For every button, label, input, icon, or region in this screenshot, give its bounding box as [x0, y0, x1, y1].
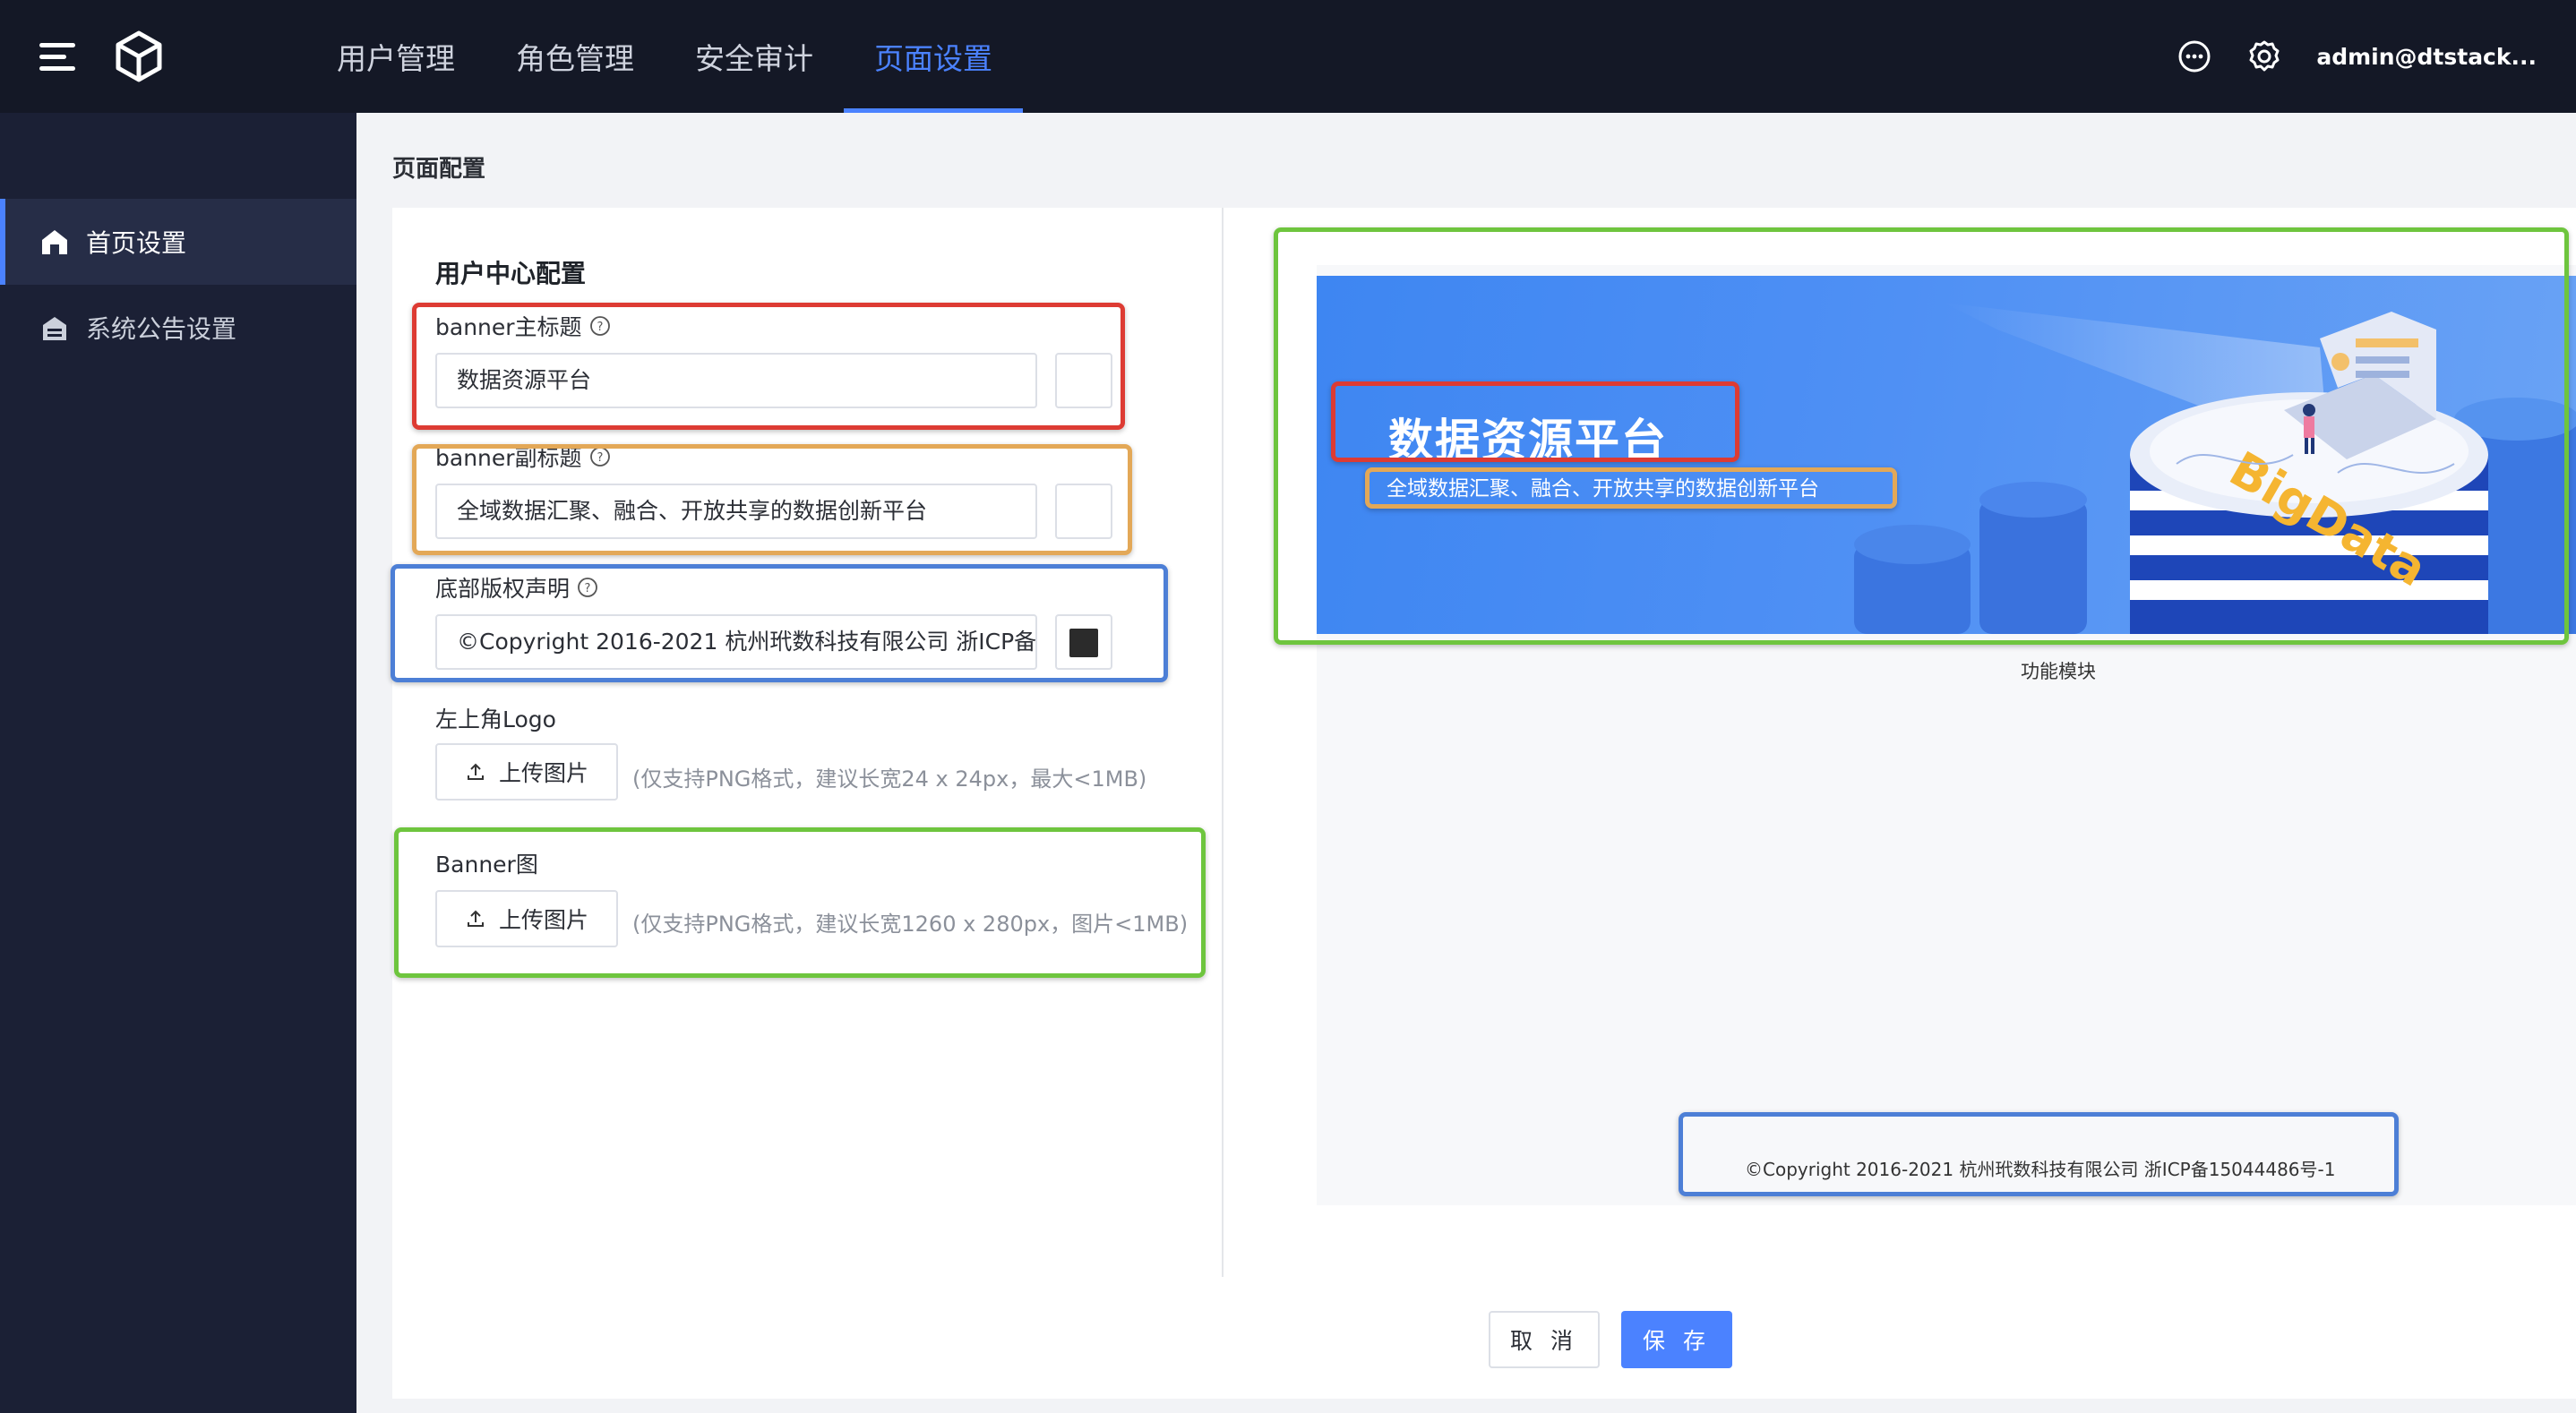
save-button[interactable]: 保 存: [1621, 1311, 1732, 1368]
preview-banner-subtitle: 全域数据汇聚、融合、开放共享的数据创新平台: [1387, 477, 1819, 501]
upload-icon: [467, 763, 484, 780]
banner-title-label: banner主标题 ?: [435, 310, 611, 342]
copyright-input[interactable]: ©Copyright 2016-2021 杭州玳数科技有限公司 浙ICP备1: [435, 614, 1037, 670]
upload-label: 上传图片: [498, 760, 588, 786]
banner-title-label-text: banner主标题: [435, 314, 582, 340]
preview-module-label: 功能模块: [2021, 661, 2096, 682]
banner-subtitle-label-text: banner副标题: [435, 445, 582, 471]
svg-text:?: ?: [597, 451, 603, 465]
top-right-tools: admin@dtstack...: [2177, 0, 2537, 113]
sidebar: 首页设置 系统公告设置: [0, 113, 356, 1413]
banner-upload-button[interactable]: 上传图片: [435, 890, 618, 947]
banner-subtitle-input[interactable]: 全域数据汇聚、融合、开放共享的数据创新平台: [435, 484, 1037, 539]
announcement-icon: [43, 317, 66, 340]
menu-icon[interactable]: [39, 41, 75, 72]
sidebar-item-home-settings[interactable]: 首页设置: [0, 199, 356, 285]
preview-banner-title: 数据资源平台: [1388, 415, 1668, 467]
color-swatch: [1069, 629, 1098, 657]
nav-user-management[interactable]: 用户管理: [306, 0, 485, 113]
copyright-color-picker[interactable]: [1055, 614, 1112, 670]
upload-label: 上传图片: [498, 907, 588, 933]
preview-copyright: ©Copyright 2016-2021 杭州玳数科技有限公司 浙ICP备150…: [1745, 1159, 2336, 1180]
home-icon: [42, 230, 67, 254]
nav-page-settings[interactable]: 页面设置: [844, 0, 1023, 113]
banner-image-label: Banner图: [435, 852, 538, 878]
banner-image-hint: (仅支持PNG格式，建议长宽1260 x 280px，图片<1MB): [632, 912, 1189, 937]
page-title: 页面配置: [392, 156, 486, 183]
svg-text:?: ?: [597, 321, 603, 334]
logo-hint: (仅支持PNG格式，建议长宽24 x 24px，最大<1MB): [632, 766, 1147, 792]
copyright-label-text: 底部版权声明: [435, 576, 571, 602]
sidebar-item-label: 系统公告设置: [86, 314, 237, 344]
gear-icon[interactable]: [2246, 39, 2282, 74]
sidebar-item-announcement-settings[interactable]: 系统公告设置: [0, 285, 356, 371]
nav-security-audit[interactable]: 安全审计: [665, 0, 844, 113]
cancel-button[interactable]: 取 消: [1489, 1311, 1600, 1368]
logo-upload-button[interactable]: 上传图片: [435, 743, 618, 801]
upload-icon: [467, 910, 484, 927]
banner-subtitle-label: banner副标题 ?: [435, 441, 611, 473]
help-icon[interactable]: ?: [589, 315, 611, 337]
top-bar: 用户管理 角色管理 安全审计 页面设置 admin@dtstack...: [0, 0, 2576, 113]
help-icon[interactable]: ?: [577, 577, 598, 598]
app-logo-icon[interactable]: [115, 30, 163, 82]
banner-title-input[interactable]: 数据资源平台: [435, 353, 1037, 408]
copyright-label: 底部版权声明 ?: [435, 571, 598, 604]
message-icon[interactable]: [2177, 39, 2212, 74]
section-title: 用户中心配置: [435, 259, 587, 288]
banner-title-color-picker[interactable]: [1055, 353, 1112, 408]
banner-subtitle-color-picker[interactable]: [1055, 484, 1112, 539]
logo-label: 左上角Logo: [435, 706, 556, 732]
user-account[interactable]: admin@dtstack...: [2316, 44, 2537, 70]
nav-role-management[interactable]: 角色管理: [485, 0, 665, 113]
help-icon[interactable]: ?: [589, 446, 611, 467]
top-nav: 用户管理 角色管理 安全审计 页面设置: [306, 0, 1023, 113]
svg-text:?: ?: [585, 582, 591, 595]
sidebar-item-label: 首页设置: [86, 228, 187, 258]
